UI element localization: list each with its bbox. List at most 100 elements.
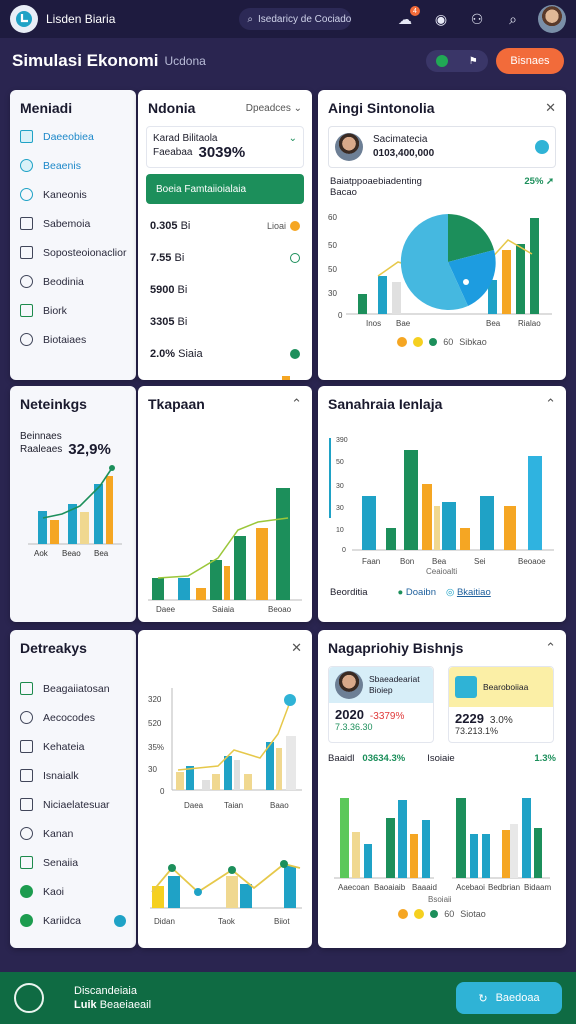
footer-logo-icon[interactable]: [14, 983, 44, 1013]
axis-label: Sei: [474, 557, 486, 566]
legend-item-a[interactable]: ● Doaibn: [398, 587, 437, 598]
dot-icon: [20, 914, 33, 927]
trend-point: [109, 465, 115, 471]
close-icon[interactable]: ✕: [291, 640, 302, 656]
sidebar-item-7[interactable]: Biotaiaes: [10, 325, 136, 354]
chevron-up-icon[interactable]: ⌃: [545, 396, 556, 412]
bar: [234, 536, 246, 600]
axis-label: Daee: [156, 605, 176, 614]
primary-button[interactable]: Bisnaes: [496, 48, 564, 74]
box-icon: [20, 217, 33, 230]
bar: [422, 484, 432, 550]
profile-name: Sacimatecia: [373, 134, 428, 145]
sidebar-item-0[interactable]: Beagaiiatosan: [10, 674, 136, 703]
sidebar-item-5[interactable]: Beodinia: [10, 267, 136, 296]
cloud-icon[interactable]: ☁ 4: [394, 6, 420, 30]
bar: [364, 844, 372, 878]
sidebar-item-2[interactable]: Kehateia: [10, 732, 136, 761]
kv-row-2: Faeabaa 3039%: [153, 144, 297, 161]
sidebar-title: Meniadi: [20, 100, 73, 116]
bar: [434, 506, 440, 550]
close-icon[interactable]: ✕: [545, 100, 556, 116]
summary-card-left[interactable]: Sbaeadeariat Bioiep 2020 -3379% 7.3.36.30: [328, 666, 434, 743]
axis-label: Saiaia: [212, 605, 235, 614]
axis-label: Bae: [396, 319, 411, 328]
row-value: 2.0%: [150, 348, 176, 360]
briefcase-icon: [20, 304, 33, 317]
search-input[interactable]: ⌕ Isedaricy de Cociado: [239, 8, 352, 30]
card-ndonia: Ndonia Dpeadces ⌄ Karad Bilitaola ⌄ Faeab…: [138, 90, 312, 380]
profile-card[interactable]: Sacimatecia 0103,400,000: [328, 126, 556, 168]
sidebar-item-3[interactable]: Sabemoia: [10, 209, 136, 238]
users-icon[interactable]: ⚇: [466, 8, 488, 30]
sidebar-details: Detreakys Beagaiiatosan Aecocodes Kehate…: [10, 630, 136, 948]
kv-label: Karad Bilitaola: [153, 133, 218, 144]
sidebar-title: Neteinkgs: [20, 396, 87, 412]
axis-label: Bidaam: [524, 883, 551, 892]
senahraia-chart: 390 50 30 30 10 0 Faan Bon Bea Sei Beoao…: [329, 437, 554, 576]
legend-item-b[interactable]: ◎ Bkaitiao: [446, 587, 491, 598]
bar: [284, 866, 296, 908]
box-icon: [20, 769, 33, 782]
bar: [244, 774, 252, 790]
sidebar-item-8[interactable]: Kariidca: [10, 906, 136, 935]
page-subtitle: Ucdona: [164, 54, 206, 68]
chevron-up-icon[interactable]: ⌃: [545, 640, 556, 656]
sidebar-item-0[interactable]: Daeeobiea: [10, 122, 136, 151]
highlight-bar[interactable]: Boeia Famtaiioialaia: [146, 174, 304, 204]
chevron-down-icon[interactable]: ⌄: [289, 133, 297, 144]
search-icon[interactable]: ⌕: [502, 8, 524, 30]
sidebar-item-6[interactable]: Senaiia: [10, 848, 136, 877]
summary-card-right-header: Bearoboiiaa: [449, 667, 553, 707]
pie-marker: [463, 279, 469, 285]
app-logo[interactable]: [10, 5, 38, 33]
logo-icon: [16, 11, 32, 27]
summary-year: 2020: [335, 707, 364, 722]
avatar[interactable]: [538, 5, 566, 33]
bar: [522, 798, 531, 878]
bar: [530, 218, 539, 314]
summary-cards: Sbaeadeariat Bioiep 2020 -3379% 7.3.36.30 …: [318, 662, 566, 747]
row-value: 0.305: [150, 220, 178, 232]
info-icon[interactable]: [114, 914, 126, 927]
axis-label: Bea: [94, 549, 109, 558]
gear-icon: [20, 333, 33, 346]
period-select[interactable]: Dpeadces ⌄: [246, 103, 302, 114]
summary-card-left-values: 2020 -3379%: [335, 707, 427, 722]
summary-label: Sbaeadeariat: [369, 674, 420, 684]
sidebar-item-6[interactable]: Biork: [10, 296, 136, 325]
legend-dot-icon: [430, 910, 439, 918]
summary-card-right[interactable]: Bearoboiiaa 2229 3.0% 73.213.1%: [448, 666, 554, 743]
sidebar-item-4[interactable]: Niciaelatesuar: [10, 790, 136, 819]
axis-label: Rialao: [518, 319, 541, 328]
user-icon[interactable]: ◉: [430, 8, 452, 30]
sidebar-item-7[interactable]: Kaoi: [10, 877, 136, 906]
metric-text: Baiatppoaebiadenting Bacao: [330, 176, 422, 198]
info-icon[interactable]: [535, 140, 549, 154]
footer-button[interactable]: ↻ Baedoaa: [456, 982, 562, 1014]
kv-sub: Faeabaa: [153, 147, 193, 158]
sidebar-item-3[interactable]: Isnaialk: [10, 761, 136, 790]
wallet-icon: [20, 275, 33, 288]
sidebar-item-1[interactable]: Beaenis: [10, 151, 136, 180]
chat-icon: [20, 827, 33, 840]
tick-label: 35%: [148, 743, 164, 752]
sidebar-item-2[interactable]: Kaneonis: [10, 180, 136, 209]
list-item: 2.0% Siaia: [138, 338, 312, 370]
sidebar-item-1[interactable]: Aecocodes: [10, 703, 136, 732]
status-toggle[interactable]: ⚑: [426, 50, 488, 72]
refresh-icon: ↻: [478, 992, 488, 1005]
axis-label: Daea: [184, 801, 204, 810]
sidebar-item-4[interactable]: Soposteoionaclior: [10, 238, 136, 267]
sidebar-item-5[interactable]: Kanan: [10, 819, 136, 848]
trend-point: [194, 888, 202, 896]
trend-point: [280, 860, 288, 868]
tick-label: 60: [328, 213, 337, 222]
chat-icon: [20, 159, 33, 172]
metric-row: Baaidl 03634.3% Isoiaie 1.3%: [318, 747, 566, 770]
footer-line: Discandeiaia: [74, 985, 137, 997]
networks-chart: Aok Beao Bea: [28, 465, 122, 558]
row-value: 3305: [150, 316, 175, 328]
list-item: 7.55 Bi: [138, 242, 312, 274]
chevron-up-icon[interactable]: ⌃: [291, 396, 302, 412]
